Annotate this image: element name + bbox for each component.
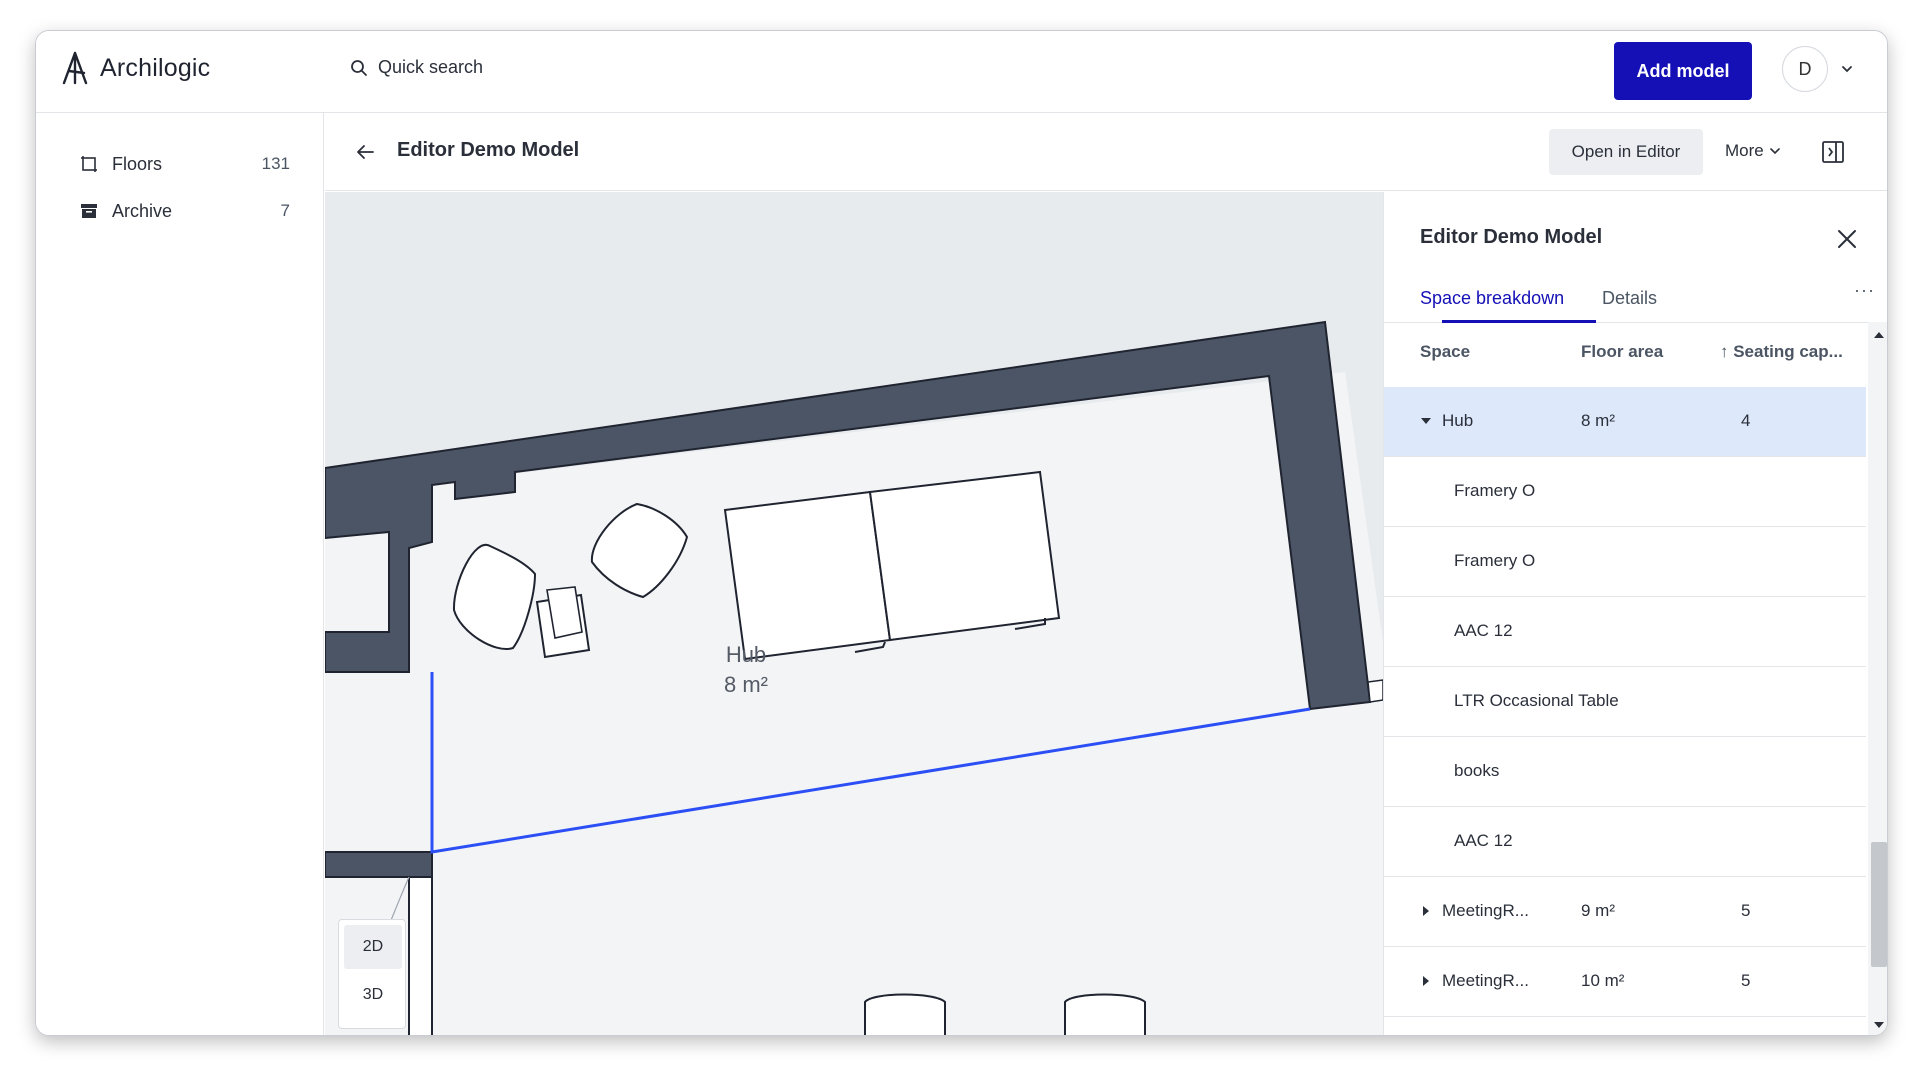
view-2d-button[interactable]: 2D [344,925,402,969]
sidebar-item-archive[interactable]: Archive 7 [80,196,290,226]
asset-name: AAC 12 [1454,621,1513,640]
table-row[interactable]: MeetingR... 9 m² 5 [1384,877,1866,947]
space-area: 9 m² [1581,901,1615,920]
close-icon[interactable] [1836,228,1858,250]
arrow-left-icon[interactable] [353,140,377,164]
column-header-space[interactable]: Space [1420,342,1470,362]
sidebar-item-label: Floors [112,153,163,174]
space-seating: 4 [1741,411,1751,430]
space-seating: 5 [1741,971,1751,990]
table-row[interactable]: Framery O [1384,527,1866,597]
space-seating: 5 [1741,901,1751,920]
avatar: D [1782,46,1828,92]
space-area: 10 m² [1581,971,1625,990]
table-row[interactable]: Hub 8 m² 4 [1384,387,1866,457]
sidebar-item-label: Archive [112,200,173,221]
table-row[interactable]: AAC 12 [1384,807,1866,877]
chevron-down-icon [1769,148,1780,155]
asset-name: Framery O [1454,551,1536,570]
space-table: Hub 8 m² 4 Framery O Framery O AAC 12 LT… [1384,387,1866,1017]
search-placeholder: Quick search [378,57,484,77]
table-row[interactable]: books [1384,737,1866,807]
tab-space-breakdown[interactable]: Space breakdown [1420,288,1564,309]
space-label: Hub [726,642,766,667]
asset-name: books [1454,761,1500,780]
table-row[interactable]: Framery O [1384,457,1866,527]
chevron-down-icon [1842,66,1852,73]
caret-right-icon[interactable] [1421,906,1431,916]
open-in-editor-button[interactable]: Open in Editor [1549,129,1703,175]
asset-name: AAC 12 [1454,831,1513,850]
app-name: Archilogic [100,53,211,82]
search-icon [351,59,367,76]
wall [325,851,433,878]
scroll-up-arrow-icon[interactable] [1874,330,1884,340]
framery-booth [723,490,892,661]
panel-title: Editor Demo Model [1420,226,1603,248]
tab-details[interactable]: Details [1602,288,1657,309]
active-tab-indicator [1442,320,1596,323]
sidebar-item-count: 7 [280,201,290,220]
scroll-thumb[interactable] [1871,842,1887,967]
space-name: MeetingR... [1442,971,1529,990]
panel-more-button[interactable]: ··· [1854,280,1875,301]
model-header: Editor Demo Model Open in Editor More [325,113,1887,191]
archive-box-icon [80,202,98,220]
sidebar-item-floors[interactable]: Floors 131 [80,149,290,179]
framery-booth [868,470,1061,642]
archilogic-logo-icon [62,51,88,85]
caret-right-icon[interactable] [1421,976,1431,986]
more-label: More [1725,141,1764,160]
logo[interactable]: Archilogic [60,51,210,85]
panel-toggle-icon[interactable] [1821,140,1845,164]
table-row[interactable]: LTR Occasional Table [1384,667,1866,737]
scroll-down-arrow-icon[interactable] [1874,1020,1884,1030]
more-menu-button[interactable]: More [1725,141,1781,161]
sidebar-item-count: 131 [261,154,290,173]
chair [864,993,946,1035]
top-bar: Archilogic Quick search Add model D [36,31,1887,113]
space-name: MeetingR... [1442,901,1529,920]
add-model-button[interactable]: Add model [1614,42,1752,100]
floor-plan-icon [80,155,98,173]
user-menu[interactable]: D [1782,46,1854,92]
asset-name: Framery O [1454,481,1536,500]
column-header-seating-capacity[interactable]: ↑ Seating cap... [1720,342,1843,362]
table-row[interactable]: AAC 12 [1384,597,1866,667]
floor-plan-drawing[interactable]: Hub 8 m² [325,192,1383,1036]
quick-search[interactable]: Quick search [350,57,483,78]
space-area: 8 m² [1581,411,1615,430]
chair [1064,993,1146,1035]
page-title: Editor Demo Model [397,139,580,161]
space-name: Hub [1442,411,1474,430]
view-3d-button[interactable]: 3D [344,973,402,1017]
table-row[interactable]: MeetingR... 10 m² 5 [1384,947,1866,1017]
asset-name: LTR Occasional Table [1454,691,1619,710]
space-area-label: 8 m² [724,672,768,697]
column-header-floor-area[interactable]: Floor area [1581,342,1663,362]
view-mode-toggle: 2D 3D [338,919,406,1029]
details-panel: Editor Demo Model Space breakdown Detail… [1383,192,1887,1035]
app-window: Archilogic Quick search Add model D Floo… [35,30,1888,1036]
floor-plan-canvas[interactable]: Hub 8 m² 2D 3D [325,192,1383,1036]
sidebar: Floors 131 Archive 7 [36,113,324,1035]
caret-down-icon[interactable] [1421,416,1431,426]
panel-scrollbar[interactable] [1868,322,1887,1035]
